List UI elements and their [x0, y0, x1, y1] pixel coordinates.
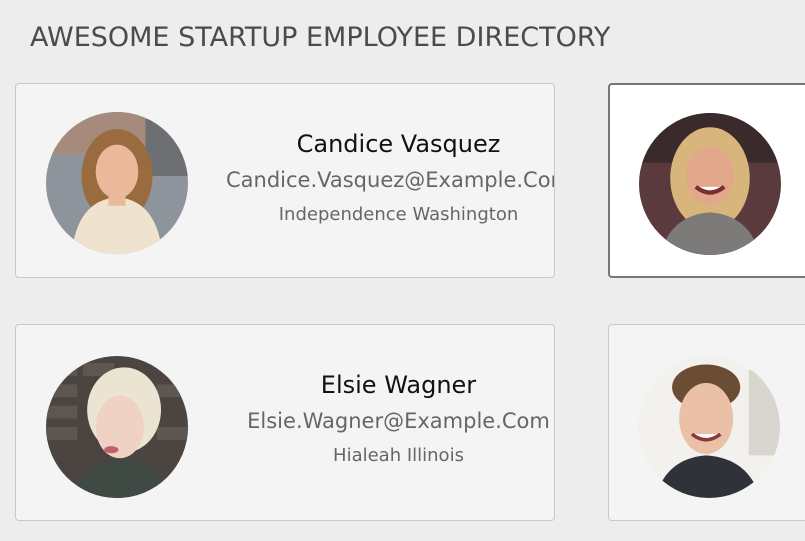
employee-avatar — [639, 113, 781, 255]
employee-location: Independence Washington — [278, 204, 519, 225]
employee-name: Elsie Wagner — [320, 371, 477, 399]
employee-card[interactable] — [608, 324, 805, 521]
employee-name: Candice Vasquez — [296, 130, 501, 158]
employee-avatar — [638, 356, 780, 498]
employee-location: Hialeah Illinois — [333, 445, 464, 466]
employee-card[interactable]: Candice Vasquez Candice.Vasquez@Example.… — [15, 83, 555, 278]
employee-email: Candice.Vasquez@Example.Com — [225, 168, 555, 192]
employee-email: Elsie.Wagner@Example.Com — [247, 409, 550, 433]
employee-card[interactable] — [608, 83, 805, 278]
employee-avatar — [46, 356, 188, 498]
employee-avatar — [46, 112, 188, 254]
employee-card[interactable]: Elsie Wagner Elsie.Wagner@Example.Com Hi… — [15, 324, 555, 521]
page-title: AWESOME STARTUP EMPLOYEE DIRECTORY — [30, 22, 611, 54]
